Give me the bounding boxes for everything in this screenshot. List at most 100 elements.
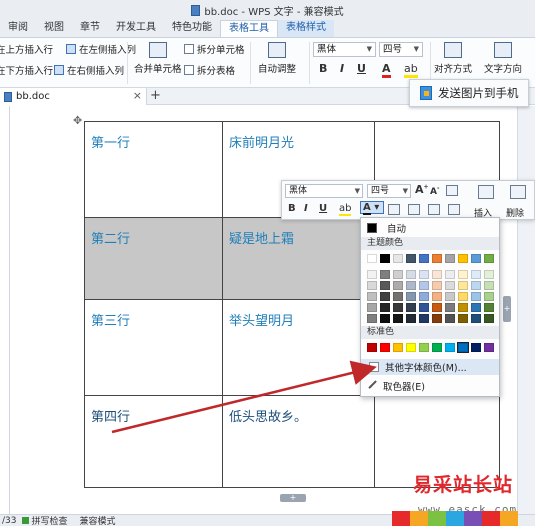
theme-shade-swatch[interactable] xyxy=(367,314,377,323)
tab-developer[interactable]: 开发工具 xyxy=(108,20,164,37)
theme-shade-swatch[interactable] xyxy=(484,270,494,279)
theme-shade-swatch[interactable] xyxy=(393,303,403,312)
theme-shade-swatch[interactable] xyxy=(458,292,468,301)
auto-color-option[interactable]: 自动 xyxy=(361,221,499,235)
theme-color-swatch[interactable] xyxy=(484,254,494,263)
theme-color-swatch[interactable] xyxy=(471,254,481,263)
theme-shade-swatch[interactable] xyxy=(484,314,494,323)
table-cell[interactable]: 举头望明月 xyxy=(222,299,375,396)
theme-shade-swatch[interactable] xyxy=(445,292,455,301)
italic-button[interactable]: I xyxy=(340,62,344,75)
theme-shade-swatch[interactable] xyxy=(432,281,442,290)
font-name-select[interactable]: 黑体 ▼ xyxy=(313,42,376,57)
tab-table-style[interactable]: 表格样式 xyxy=(278,20,334,37)
insert-col-right-button[interactable]: 在右侧插入列 xyxy=(54,63,124,77)
add-column-handle[interactable]: + xyxy=(503,296,511,322)
theme-color-swatch[interactable] xyxy=(458,254,468,263)
theme-shade-swatch[interactable] xyxy=(484,281,494,290)
theme-shade-swatch[interactable] xyxy=(380,270,390,279)
theme-shade-swatch[interactable] xyxy=(380,281,390,290)
mini-font-color-button[interactable]: A ▾ xyxy=(360,201,385,215)
standard-color-swatch[interactable] xyxy=(393,343,403,352)
theme-color-swatch[interactable] xyxy=(432,254,442,263)
tab-view[interactable]: 视图 xyxy=(36,20,72,37)
align-button[interactable]: 对齐方式 xyxy=(434,42,472,75)
theme-shade-swatch[interactable] xyxy=(380,303,390,312)
line-spacing-icon[interactable] xyxy=(446,185,458,196)
theme-shade-swatch[interactable] xyxy=(445,270,455,279)
theme-color-swatch[interactable] xyxy=(406,254,416,263)
theme-shade-swatch[interactable] xyxy=(380,314,390,323)
table-cell[interactable]: 低头思故乡。 xyxy=(222,395,375,488)
theme-shade-swatch[interactable] xyxy=(445,281,455,290)
theme-shade-swatch[interactable] xyxy=(484,292,494,301)
highlight-button[interactable]: ab xyxy=(404,62,418,78)
tab-table-tools[interactable]: 表格工具 xyxy=(220,20,278,37)
merge-cells-button[interactable]: 合并单元格 xyxy=(134,42,182,75)
theme-shade-swatch[interactable] xyxy=(406,270,416,279)
theme-shade-swatch[interactable] xyxy=(432,292,442,301)
theme-shade-swatch[interactable] xyxy=(367,270,377,279)
theme-shade-swatch[interactable] xyxy=(471,303,481,312)
eraser-icon[interactable] xyxy=(448,204,460,215)
new-tab-button[interactable]: + xyxy=(150,88,161,104)
split-table-button[interactable]: 拆分表格 xyxy=(184,63,235,77)
insert-col-left-button[interactable]: 在左侧插入列 xyxy=(66,42,136,56)
table-move-handle-icon[interactable]: ✥ xyxy=(73,115,84,126)
theme-shade-swatch[interactable] xyxy=(471,281,481,290)
theme-shade-swatch[interactable] xyxy=(406,303,416,312)
tab-section[interactable]: 章节 xyxy=(72,20,108,37)
borders-icon[interactable] xyxy=(408,204,420,215)
theme-shade-swatch[interactable] xyxy=(367,281,377,290)
theme-shade-swatch[interactable] xyxy=(419,270,429,279)
eyedropper-option[interactable]: 取色器(E) xyxy=(361,378,499,394)
standard-color-swatch[interactable] xyxy=(445,343,455,352)
shading-icon[interactable] xyxy=(388,204,400,215)
theme-shade-swatch[interactable] xyxy=(432,303,442,312)
shrink-font-button[interactable]: A- xyxy=(430,185,439,197)
theme-shade-swatch[interactable] xyxy=(393,281,403,290)
theme-shade-swatch[interactable] xyxy=(406,314,416,323)
mini-bold-button[interactable]: B xyxy=(288,203,296,214)
table-cell[interactable]: 第一行 xyxy=(84,121,223,218)
theme-shade-swatch[interactable] xyxy=(458,314,468,323)
table-cell[interactable]: 第三行 xyxy=(84,299,223,396)
theme-shade-swatch[interactable] xyxy=(393,292,403,301)
theme-shade-swatch[interactable] xyxy=(419,281,429,290)
theme-shade-swatch[interactable] xyxy=(419,303,429,312)
insert-table-icon[interactable] xyxy=(478,185,494,199)
theme-shade-swatch[interactable] xyxy=(471,314,481,323)
theme-shade-swatch[interactable] xyxy=(367,303,377,312)
theme-color-swatch[interactable] xyxy=(445,254,455,263)
theme-shade-swatch[interactable] xyxy=(406,281,416,290)
theme-shade-swatch[interactable] xyxy=(471,270,481,279)
tab-review[interactable]: 审阅 xyxy=(0,20,36,37)
theme-shade-swatch[interactable] xyxy=(458,281,468,290)
table-cell[interactable]: 疑是地上霜 xyxy=(222,217,375,300)
theme-shade-swatch[interactable] xyxy=(484,303,494,312)
theme-shade-swatch[interactable] xyxy=(432,270,442,279)
standard-color-swatch[interactable] xyxy=(419,343,429,352)
delete-table-icon[interactable] xyxy=(510,185,526,199)
standard-color-swatch[interactable] xyxy=(380,343,390,352)
theme-shade-swatch[interactable] xyxy=(458,270,468,279)
split-cells-button[interactable]: 拆分单元格 xyxy=(184,42,245,56)
standard-color-swatch[interactable] xyxy=(367,343,377,352)
insert-row-below-button[interactable]: 在下方插入行 xyxy=(0,63,53,77)
font-size-select[interactable]: 四号 ▼ xyxy=(379,42,423,57)
standard-color-swatch[interactable] xyxy=(471,343,481,352)
mini-font-name-select[interactable]: 黑体 ▼ xyxy=(285,184,363,198)
close-icon[interactable]: × xyxy=(133,89,142,102)
standard-color-swatch[interactable] xyxy=(406,343,416,352)
theme-color-swatch[interactable] xyxy=(419,254,429,263)
theme-shade-swatch[interactable] xyxy=(406,292,416,301)
align-icon[interactable] xyxy=(428,204,440,215)
grow-font-button[interactable]: A+ xyxy=(415,183,429,196)
theme-shade-swatch[interactable] xyxy=(471,292,481,301)
mini-font-size-select[interactable]: 四号 ▼ xyxy=(367,184,411,198)
mini-delete-button[interactable]: 删除 xyxy=(506,206,524,219)
table-cell[interactable]: 第四行 xyxy=(84,395,223,488)
underline-button[interactable]: U xyxy=(357,62,366,75)
document-tab[interactable]: bb.doc × xyxy=(0,88,147,105)
theme-shade-swatch[interactable] xyxy=(445,314,455,323)
